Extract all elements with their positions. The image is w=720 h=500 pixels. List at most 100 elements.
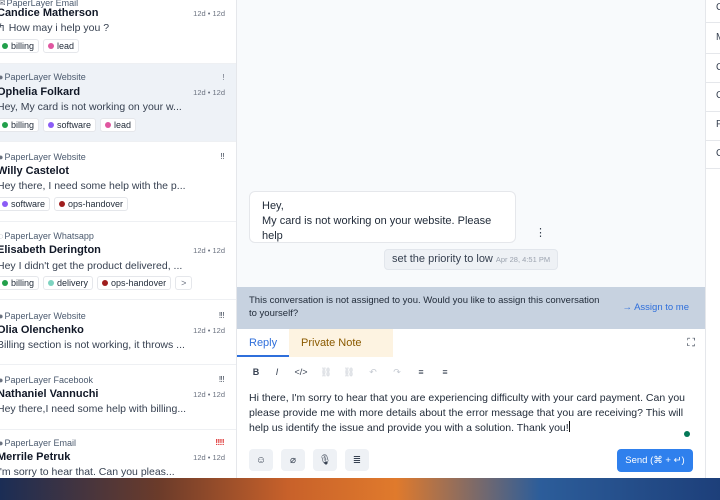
contact-name: Merrile Petruk [0, 451, 71, 463]
more-labels-button[interactable]: > [175, 276, 193, 290]
priority-icon: !!! [218, 311, 225, 320]
template-button[interactable]: ≣ [345, 449, 369, 471]
label-color-dot [48, 43, 55, 49]
app-window: ✉PaperLayer Email Candice Matherson 12d … [0, 0, 720, 478]
label-color-dot [2, 201, 8, 207]
globe-icon: ● [0, 152, 3, 162]
channel-source: ●PaperLayer Facebook [0, 375, 93, 385]
label-tag: billing [0, 118, 40, 132]
undo-icon[interactable]: ↶ [366, 367, 380, 378]
conversation-item[interactable]: ●PaperLayer Website !!! Olia Olenchenko … [0, 300, 236, 365]
link-icon[interactable]: ⛓ [319, 367, 333, 378]
reply-text: Hi there, I'm sorry to hear that you are… [249, 392, 686, 434]
conversation-time: 12d • 12d [193, 453, 225, 462]
contact-name: Elisabeth Derington [0, 244, 101, 256]
channel-source: ●PaperLayer Website [0, 72, 86, 82]
conversation-item[interactable]: ●PaperLayer Website ! Ophelia Folkard 12… [0, 64, 236, 142]
label-color-dot [2, 122, 8, 128]
conversation-item[interactable]: ●PaperLayer Facebook !!! Nathaniel Vannu… [0, 365, 236, 430]
label-tag: delivery [43, 276, 94, 290]
message-preview: I'm sorry to hear that. Can you pleas... [0, 466, 175, 478]
conversation-item[interactable]: ◌PaperLayer Whatsapp Elisabeth Derington… [0, 222, 236, 300]
label-tag: ops-handover [54, 197, 129, 211]
italic-icon[interactable]: I [270, 367, 284, 377]
panel-letter: C [716, 148, 720, 159]
panel-letter: P [716, 119, 720, 130]
priority-urgent-icon: !!!! [215, 438, 224, 447]
email-icon: ● [0, 438, 3, 448]
channel-source: ◌PaperLayer Whatsapp [0, 231, 94, 241]
globe-icon: ● [0, 311, 3, 321]
conversation-list: ✉PaperLayer Email Candice Matherson 12d … [0, 0, 237, 478]
contact-name: Olia Olenchenko [0, 324, 84, 336]
contact-name: Willy Castelot [0, 165, 70, 177]
audio-button[interactable]: 🎙 [313, 449, 337, 471]
panel-letter: C [716, 90, 720, 101]
label-color-dot [105, 122, 112, 128]
conversation-item[interactable]: ●PaperLayer Email !!!! Merrile Petruk 12… [0, 430, 236, 478]
conversation-time: 12d • 12d [193, 326, 225, 335]
panel-letter: C [716, 2, 720, 13]
activity-message: set the priority to low Apr 28, 4:51 PM [384, 249, 559, 270]
unlink-icon[interactable]: ⛓ [342, 367, 356, 378]
divider [706, 168, 720, 169]
label-color-dot [48, 122, 55, 128]
contact-name: Nathaniel Vannuchi [0, 388, 99, 400]
expand-icon[interactable]: ⛶ [687, 337, 695, 350]
label-tag: software [0, 197, 51, 211]
label-color-dot [2, 43, 8, 49]
bullet-list-icon[interactable]: ≡ [414, 367, 428, 377]
text-caret [568, 421, 570, 432]
desktop-wallpaper [0, 478, 720, 500]
divider [706, 82, 720, 83]
redo-icon[interactable]: ↷ [390, 367, 404, 378]
conversation-time: 12d • 12d [193, 390, 225, 399]
label-tag: ops-handover [97, 276, 172, 290]
contact-panel-edge: C M C C P C [705, 0, 720, 478]
numbered-list-icon[interactable]: ≡ [438, 367, 452, 377]
microphone-icon: 🎙 [318, 454, 332, 466]
conversation-item[interactable]: ●PaperLayer Website !! Willy Castelot He… [0, 142, 236, 222]
message-preview: Billing section is not working, it throw… [0, 339, 185, 351]
attachment-button[interactable]: ⌀ [281, 449, 305, 471]
channel-source: ●PaperLayer Website [0, 311, 86, 321]
paperclip-icon: ⌀ [289, 454, 297, 466]
message-line: My card is not working on your website. … [262, 215, 492, 242]
priority-icon: !!! [218, 375, 225, 384]
code-icon[interactable]: </> [294, 367, 308, 377]
emoji-button[interactable]: ☺ [249, 449, 273, 471]
message-preview: ↰ How may i help you ? [0, 22, 187, 34]
reply-editor[interactable]: Hi there, I'm sorry to hear that you are… [249, 391, 697, 436]
bold-icon[interactable]: B [249, 367, 263, 377]
conversation-time: 12d • 12d [193, 9, 225, 18]
message-preview: Hey, My card is not working on your w... [0, 101, 182, 113]
assign-banner: This conversation is not assigned to you… [237, 287, 705, 329]
message-preview: Hey there,I need some help with billing.… [0, 403, 187, 415]
message-options-icon[interactable]: ⋮ [535, 226, 546, 239]
conversation-item[interactable]: ✉PaperLayer Email Candice Matherson 12d … [0, 0, 236, 64]
message-line: Hey, [262, 200, 284, 212]
panel-letter: M [716, 32, 720, 43]
priority-icon: ! [222, 73, 224, 82]
banner-text: This conversation is not assigned to you… [249, 295, 600, 319]
channel-source: ●PaperLayer Website [0, 152, 86, 162]
label-color-dot [2, 280, 8, 286]
contact-name: Candice Matherson [0, 7, 99, 19]
send-button[interactable]: Send (⌘ + ↵) [617, 449, 693, 472]
activity-text: set the priority to low [392, 253, 493, 265]
tab-private-note[interactable]: Private Note [289, 329, 393, 357]
label-color-dot [102, 280, 109, 286]
reply-icon: ↰ [0, 22, 9, 34]
priority-icon: !! [220, 152, 225, 161]
assign-to-me-button[interactable]: → Assign to me [622, 302, 689, 313]
divider [706, 22, 720, 23]
label-tag: billing [0, 39, 40, 53]
panel-letter: C [716, 62, 720, 73]
tab-reply[interactable]: Reply [237, 329, 290, 357]
conversation-time: 12d • 12d [193, 88, 225, 97]
label-tag: billing [0, 276, 40, 290]
conversation-time: 12d • 12d [193, 246, 225, 255]
message-preview: Hey I didn't get the product delivered, … [0, 260, 183, 272]
label-color-dot [48, 280, 55, 286]
status-dot [684, 431, 690, 437]
